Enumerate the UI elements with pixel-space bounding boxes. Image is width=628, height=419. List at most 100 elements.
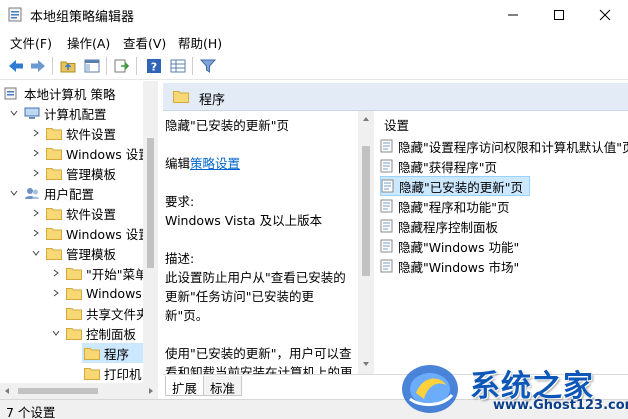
tree-item-software-settings[interactable]: 软件设置	[30, 123, 116, 143]
tree-item-root[interactable]: 本地计算机 策略	[4, 83, 115, 103]
filter-icon	[200, 59, 216, 73]
show-hide-tree-button[interactable]	[82, 56, 102, 76]
chevron-right-icon[interactable]	[30, 207, 42, 219]
back-button[interactable]	[6, 56, 26, 76]
folder-icon	[46, 207, 62, 220]
help-button[interactable]: ?	[144, 56, 164, 76]
chevron-right-icon[interactable]	[50, 267, 62, 279]
maximize-icon	[554, 10, 564, 20]
folder-icon	[66, 267, 82, 280]
menu-help[interactable]: 帮助(H)	[178, 33, 222, 52]
setting-row[interactable]: 隐藏程序控制面板	[380, 216, 628, 236]
setting-row[interactable]: 隐藏"设置程序访问权限和计算机默认值"页	[380, 136, 628, 156]
tree-item-admin-templates[interactable]: 管理模板	[30, 163, 116, 183]
forward-button[interactable]	[28, 56, 48, 76]
chevron-right-icon[interactable]	[30, 127, 42, 139]
chevron-down-icon[interactable]	[50, 327, 62, 339]
column-header-setting[interactable]: 设置	[384, 115, 409, 134]
navigation-tree: 本地计算机 策略 计算机配置 软件设置 Windows 设置 管理模板 用户配置…	[0, 81, 158, 399]
description-text: 此设置防止用户从"查看已安装的更新"任务访问"已安装的更新"页。	[165, 270, 346, 323]
minimize-icon	[508, 14, 518, 16]
tree-item-label: 软件设置	[66, 206, 117, 222]
edit-policy-link[interactable]: 策略设置	[190, 156, 240, 171]
tree-item-label: 程序	[104, 346, 130, 362]
setting-row[interactable]: 隐藏"获得程序"页	[380, 156, 628, 176]
tree-item-windows-settings[interactable]: Windows 设置	[30, 143, 151, 163]
tree-item-start-menu[interactable]: "开始"菜单	[50, 263, 148, 283]
tree-item-label: 管理模板	[66, 246, 117, 262]
setting-row[interactable]: 隐藏"Windows 市场"	[380, 256, 628, 276]
tree-item-user-config[interactable]: 用户配置	[8, 183, 94, 203]
toolbar-separator	[106, 57, 107, 75]
chevron-right-icon[interactable]	[50, 287, 62, 299]
menu-action[interactable]: 操作(A)	[67, 33, 110, 52]
policy-setting-icon	[380, 159, 393, 173]
tree-item-programs[interactable]: 程序	[82, 343, 143, 363]
scroll-left-icon[interactable]	[3, 387, 11, 395]
scroll-down-icon[interactable]	[362, 360, 370, 368]
close-icon	[599, 9, 611, 21]
chevron-down-icon[interactable]	[8, 107, 20, 119]
tree-item-control-panel[interactable]: 控制面板	[50, 323, 136, 343]
maximize-button[interactable]	[536, 0, 582, 30]
chevron-right-icon[interactable]	[30, 147, 42, 159]
view-icon	[170, 59, 186, 73]
folder-icon	[66, 287, 82, 300]
chevron-right-icon[interactable]	[30, 227, 42, 239]
toolbar: ?	[0, 52, 628, 80]
tree-item-printers[interactable]: 打印机	[84, 363, 142, 383]
filter-button[interactable]	[198, 56, 218, 76]
edit-line: 编辑策略设置	[165, 154, 357, 173]
up-folder-button[interactable]	[58, 56, 78, 76]
show-hide-tree-icon	[84, 59, 100, 73]
scroll-right-icon[interactable]	[147, 387, 155, 395]
tree-item-label: 管理模板	[66, 166, 117, 182]
watermark-url: www.Ghost123.com	[493, 398, 628, 413]
setting-row-selected[interactable]: 隐藏"已安装的更新"页	[380, 176, 530, 196]
setting-row[interactable]: 隐藏"程序和功能"页	[380, 196, 628, 216]
svg-text:?: ?	[151, 61, 157, 74]
edit-prefix: 编辑	[165, 156, 191, 171]
setting-label: 隐藏程序控制面板	[398, 219, 499, 235]
menu-view[interactable]: 查看(V)	[123, 33, 166, 52]
folder-icon	[66, 327, 82, 340]
chevron-right-icon[interactable]	[30, 167, 42, 179]
folder-icon	[46, 147, 62, 160]
setting-row[interactable]: 隐藏"Windows 功能"	[380, 236, 628, 256]
toolbar-separator	[52, 57, 53, 75]
help-icon: ?	[147, 59, 161, 74]
tree-item-computer-config[interactable]: 计算机配置	[8, 103, 107, 123]
pane-header-title: 程序	[199, 93, 226, 108]
folder-icon	[173, 91, 189, 103]
view-button[interactable]	[168, 56, 188, 76]
settings-list: 设置 隐藏"设置程序访问权限和计算机默认值"页 隐藏"获得程序"页 隐藏"已安装…	[376, 111, 628, 374]
menu-file[interactable]: 文件(F)	[10, 33, 52, 52]
toolbar-separator	[192, 57, 193, 75]
tree-item-software-settings-user[interactable]: 软件设置	[30, 203, 116, 223]
chevron-down-icon[interactable]	[8, 187, 20, 199]
tree-item-windows-components[interactable]: Windows	[50, 283, 142, 303]
tab-standard[interactable]: 标准	[203, 376, 243, 396]
folder-icon	[66, 307, 82, 320]
close-button[interactable]	[582, 0, 628, 30]
tree-item-admin-templates-user[interactable]: 管理模板	[30, 243, 116, 263]
tree-item-label: 共享文件夹	[86, 306, 149, 322]
scroll-up-icon[interactable]	[362, 115, 370, 123]
status-text: 7 个设置	[6, 405, 56, 419]
chevron-down-icon[interactable]	[30, 247, 42, 259]
folder-icon	[46, 227, 62, 240]
minimize-button[interactable]	[490, 0, 536, 30]
tree-item-shared-folders[interactable]: 共享文件夹	[66, 303, 149, 323]
tree-scroll-thumb[interactable]	[147, 138, 154, 268]
description-scroll-thumb[interactable]	[362, 146, 370, 276]
computer-icon	[24, 107, 40, 119]
toolbar-separator	[136, 57, 137, 75]
computer-policy-icon	[4, 87, 17, 99]
export-button[interactable]	[112, 56, 132, 76]
tab-extended[interactable]: 扩展	[165, 376, 205, 396]
folder-icon	[46, 167, 62, 180]
user-icon	[25, 187, 39, 199]
description-more: 使用"已安装的更新"，用户可以查看和卸载当前安装在计算机上的更新。通常可以直接从…	[165, 346, 353, 374]
tree-item-windows-settings-user[interactable]: Windows 设置	[30, 223, 151, 243]
tree-hscroll-thumb[interactable]	[18, 388, 98, 394]
